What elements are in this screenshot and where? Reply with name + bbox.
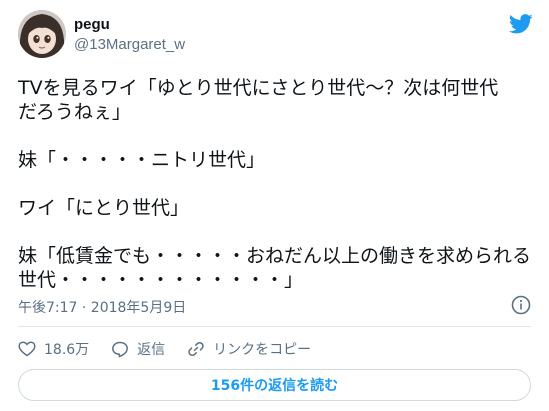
link-icon bbox=[188, 341, 204, 357]
avatar[interactable] bbox=[18, 10, 66, 58]
divider bbox=[18, 326, 531, 327]
copy-link-button[interactable]: リンクをコピー bbox=[187, 339, 311, 359]
author-display-name[interactable]: pegu bbox=[74, 16, 110, 33]
read-replies-button[interactable]: 156件の返信を読む bbox=[18, 369, 531, 401]
like-button[interactable]: 18.6万 bbox=[18, 339, 89, 359]
author-handle[interactable]: @13Margaret_w bbox=[74, 36, 185, 53]
tweet-line: TVを見るワイ「ゆとり世代にさとり世代～？次は何世代 bbox=[18, 77, 499, 99]
like-count: 18.6万 bbox=[44, 342, 90, 358]
tweet-line-break bbox=[18, 220, 538, 244]
avatar-image bbox=[18, 10, 66, 58]
heart-icon bbox=[18, 341, 36, 357]
tweet-line: 妹「・・・・・ニトリ世代」 bbox=[18, 149, 266, 171]
tweet-line: 世代・・・・・・・・・・・・」 bbox=[18, 269, 304, 291]
copy-link-label: リンクをコピー bbox=[213, 342, 312, 358]
tweet-line: ワイ「にとり世代」 bbox=[18, 197, 190, 219]
tweet-text: TVを見るワイ「ゆとり世代にさとり世代～？次は何世代 だろうねぇ」 妹「・・・・… bbox=[18, 76, 538, 292]
tweet-timestamp[interactable]: 午後7:17 · 2018年5月9日 bbox=[18, 297, 186, 317]
info-icon[interactable] bbox=[511, 295, 531, 315]
reply-label: 返信 bbox=[137, 342, 166, 358]
tweet-line-break bbox=[18, 172, 538, 196]
tweet-line-break bbox=[18, 124, 538, 148]
tweet-line: だろうねぇ」 bbox=[18, 101, 131, 123]
tweet-line: 妹「低賃金でも・・・・・おねだん以上の働きを求められる bbox=[18, 245, 532, 267]
tweet-actions: 18.6万 返信 リンクをコピー bbox=[18, 338, 333, 360]
twitter-bird-icon[interactable] bbox=[509, 14, 533, 34]
tweet-card: pegu @13Margaret_w TVを見るワイ「ゆとり世代にさとり世代～？… bbox=[0, 0, 549, 411]
reply-button[interactable]: 返信 bbox=[111, 339, 165, 359]
reply-icon bbox=[112, 341, 129, 358]
